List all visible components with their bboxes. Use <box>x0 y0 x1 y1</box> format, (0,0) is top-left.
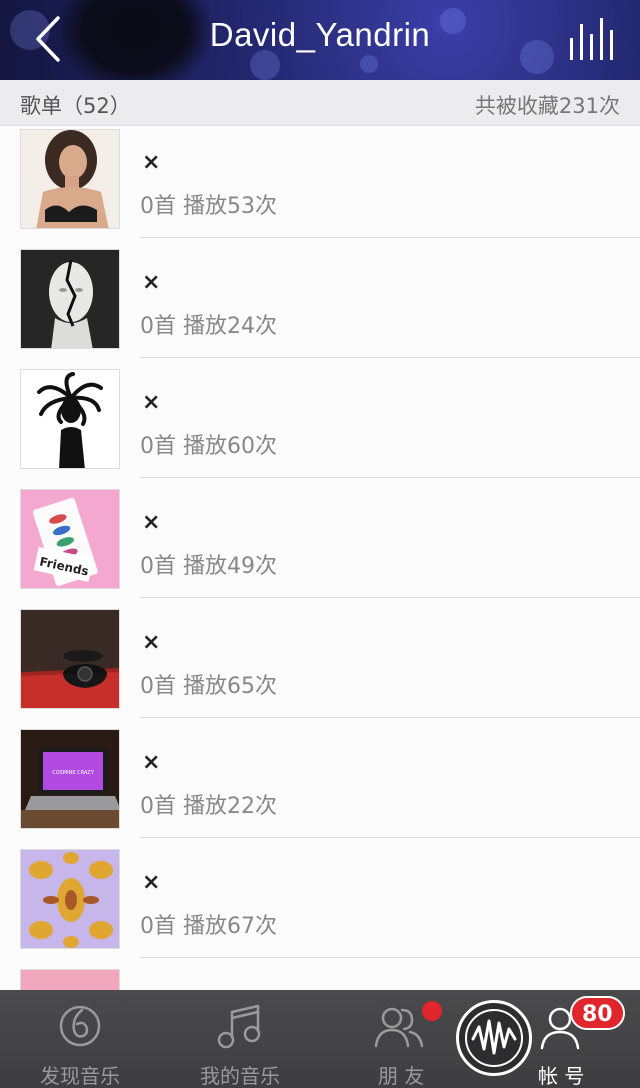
playlist-title: × <box>142 630 161 655</box>
divider <box>140 717 640 718</box>
music-note-icon <box>217 1004 261 1049</box>
playlist-title: × <box>142 150 161 175</box>
playlist-row[interactable]: × 0首 播放65次 <box>0 606 640 726</box>
playlist-title: × <box>142 390 161 415</box>
playlist-row[interactable] <box>0 966 640 990</box>
now-playing-button[interactable] <box>566 14 618 62</box>
playlist-title: × <box>142 870 161 895</box>
playlist-cover <box>20 249 120 349</box>
friends-icon <box>374 1007 424 1048</box>
discover-music-icon <box>59 1005 101 1047</box>
playlist-row[interactable]: × 0首 播放60次 <box>0 366 640 486</box>
equalizer-bars-icon <box>570 18 613 60</box>
divider <box>140 957 640 958</box>
playlist-cover: COSMINE CRAZY <box>20 729 120 829</box>
account-badge: 80 <box>570 996 625 1030</box>
divider <box>140 237 640 238</box>
profile-header: David_Yandrin <box>0 0 640 80</box>
playlist-title: × <box>142 270 161 295</box>
playlist-cover <box>20 369 120 469</box>
playlist-meta: 0首 播放49次 <box>140 554 277 579</box>
tab-friends[interactable]: 朋 友 <box>350 990 450 1088</box>
divider <box>140 837 640 838</box>
playlist-cover: Friends <box>20 489 120 589</box>
tab-label: 发现音乐 <box>40 1064 120 1088</box>
divider <box>140 597 640 598</box>
tab-label: 我的音乐 <box>200 1064 280 1088</box>
tab-label: 朋 友 <box>378 1064 425 1088</box>
playlist-row[interactable]: COSMINE CRAZY × 0首 播放22次 <box>0 726 640 846</box>
playlist-meta: 0首 播放67次 <box>140 914 277 939</box>
playlist-title: × <box>142 510 161 535</box>
playlist-title: × <box>142 750 161 775</box>
playlist-row[interactable]: × 0首 播放67次 <box>0 846 640 966</box>
playlist-cover <box>20 609 120 709</box>
playlist-row[interactable]: Friends × 0首 播放49次 <box>0 486 640 606</box>
tab-discover-music[interactable]: 发现音乐 <box>20 990 140 1088</box>
divider <box>140 477 640 478</box>
playlist-meta: 0首 播放65次 <box>140 674 277 699</box>
playlist-meta: 0首 播放24次 <box>140 314 277 339</box>
waveform-logo-icon <box>465 1009 523 1067</box>
playlist-cover <box>20 849 120 949</box>
friends-notification-dot <box>422 1001 442 1021</box>
tab-account[interactable]: 80 帐 号 <box>526 990 636 1088</box>
page-title: David_Yandrin <box>209 16 431 53</box>
bottom-tab-bar: 发现音乐 我的音乐 朋 友 80 帐 号 <box>0 990 640 1088</box>
playlist-meta: 0首 播放22次 <box>140 794 277 819</box>
playlist-list: × 0首 播放53次 × 0首 播放24次 × 0首 播放60次 Friends… <box>0 126 640 990</box>
tab-label: 帐 号 <box>538 1064 585 1088</box>
playlist-cover <box>20 129 120 229</box>
playlist-count-label: 歌单（52） <box>20 94 131 118</box>
playlist-row[interactable]: × 0首 播放53次 <box>0 126 640 246</box>
laptop-screen-text: COSMINE CRAZY <box>52 770 94 776</box>
center-play-button[interactable] <box>456 1000 532 1076</box>
favorited-count-label: 共被收藏231次 <box>474 94 620 118</box>
playlist-meta: 0首 播放53次 <box>140 194 277 219</box>
divider <box>140 357 640 358</box>
playlist-meta: 0首 播放60次 <box>140 434 277 459</box>
playlist-row[interactable]: × 0首 播放24次 <box>0 246 640 366</box>
playlist-cover <box>20 969 120 990</box>
playlist-section-header: 歌单（52） 共被收藏231次 <box>0 80 640 126</box>
tab-my-music[interactable]: 我的音乐 <box>180 990 300 1088</box>
